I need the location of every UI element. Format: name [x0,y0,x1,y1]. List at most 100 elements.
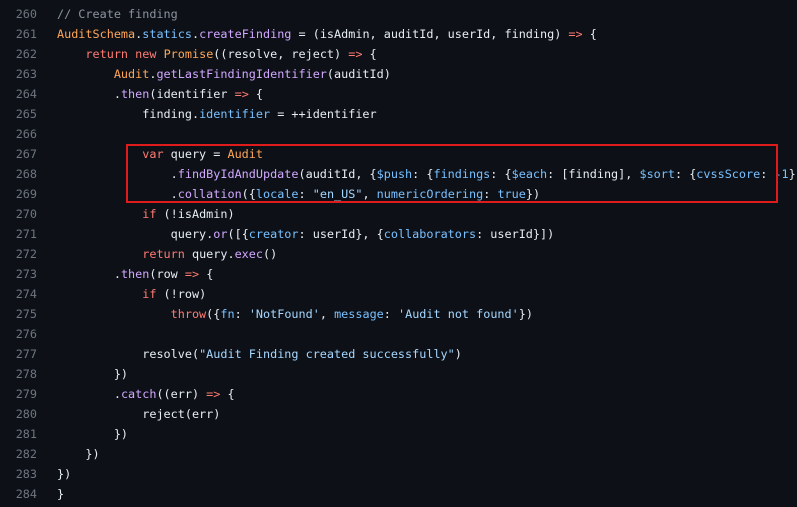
code-token: }) [85,447,100,461]
code-line: 273 .then(row => { [0,264,797,284]
code-text: throw({fn: 'NotFound', message: 'Audit n… [37,304,533,324]
code-line: 263 Audit.getLastFindingIdentifier(audit… [0,64,797,84]
code-token: : [finding], [547,167,640,181]
code-line: 267 var query = Audit [0,144,797,164]
code-token: () [263,247,278,261]
line-number: 271 [15,227,37,241]
code-text: return query.exec() [37,244,277,264]
code-token: collaborators [383,227,477,241]
code-token: . [170,167,178,181]
code-text: reject(err) [37,404,220,424]
code-token: (identifier [149,87,235,101]
code-line: 278 }) [0,364,797,384]
code-token: = ++identifier [270,107,377,121]
line-number: 280 [15,407,37,421]
code-token: then [120,267,150,281]
code-token: (auditId, { [298,167,377,181]
code-token: { [199,267,214,281]
line-number: 260 [15,7,37,21]
code-token: (!isAdmin) [156,207,235,221]
code-token: (row [149,267,185,281]
code-token: { [220,387,235,401]
code-text: .then(identifier => { [37,84,263,104]
code-token: -1 [774,167,789,181]
code-token: resolve( [142,347,200,361]
code-token: createFinding [199,27,292,41]
code-token: then [120,87,150,101]
code-token: throw [170,307,207,321]
code-token: { [248,87,264,101]
code-token: } [57,487,65,501]
code-text: .findByIdAndUpdate(auditId, {$push: {fin… [37,164,797,184]
line-number: 275 [15,307,37,321]
code-token: : [760,167,775,181]
line-number: 270 [15,207,37,221]
code-text: finding.identifier = ++identifier [37,104,377,124]
code-text: query.or([{creator: userId}, {collaborat… [37,224,555,244]
code-token: ) [454,347,462,361]
code-line: 268 .findByIdAndUpdate(auditId, {$push: … [0,164,797,184]
code-token: }) [57,467,72,481]
code-token: => [206,387,221,401]
code-line: 282 }) [0,444,797,464]
code-line: 269 .collation({locale: "en_US", numeric… [0,184,797,204]
code-text: if (!isAdmin) [37,204,235,224]
code-token: $push [376,167,413,181]
code-token: }) [113,367,129,381]
code-token: identifier [199,107,271,121]
code-token: Audit [113,67,150,81]
line-number: 263 [15,67,37,81]
code-line: 274 if (!row) [0,284,797,304]
code-line: 271 query.or([{creator: userId}, {collab… [0,224,797,244]
line-number: 272 [15,247,37,261]
code-token: return [142,247,185,261]
code-token: ({ [206,307,221,321]
code-text: }) [37,424,128,444]
code-token: : { [412,167,434,181]
code-token: return [85,47,129,61]
code-token: }) [518,307,533,321]
code-token: (auditId) [326,67,391,81]
code-token: = (isAdmin, auditId, userId, finding) [291,27,569,41]
line-number: 283 [15,467,37,481]
code-token: }) [113,427,129,441]
code-line: 275 throw({fn: 'NotFound', message: 'Aud… [0,304,797,324]
code-token: statics [142,27,192,41]
code-line: 265 finding.identifier = ++identifier [0,104,797,124]
line-number: 279 [15,387,37,401]
code-token: ((resolve, reject) [213,47,349,61]
code-line: 272 return query.exec() [0,244,797,264]
code-token: : { [674,167,697,181]
code-token: , [362,187,377,201]
code-token: 'NotFound' [248,307,320,321]
line-number: 284 [15,487,37,501]
code-text: .collation({locale: "en_US", numericOrde… [37,184,540,204]
code-token: fn [220,307,235,321]
code-text: .catch((err) => { [37,384,235,404]
code-token: => [568,27,583,41]
line-number: 273 [15,267,37,281]
code-line: 281 }) [0,424,797,444]
code-token: new [135,47,157,61]
code-token: : userId}, { [298,227,384,241]
code-token: 'Audit not found' [398,307,519,321]
code-token: getLastFindingIdentifier [156,67,327,81]
code-line: 262 return new Promise((resolve, reject)… [0,44,797,64]
line-number: 261 [15,27,37,41]
line-number: 264 [15,87,37,101]
code-line: 284} [0,484,797,504]
code-text: Audit.getLastFindingIdentifier(auditId) [37,64,391,84]
